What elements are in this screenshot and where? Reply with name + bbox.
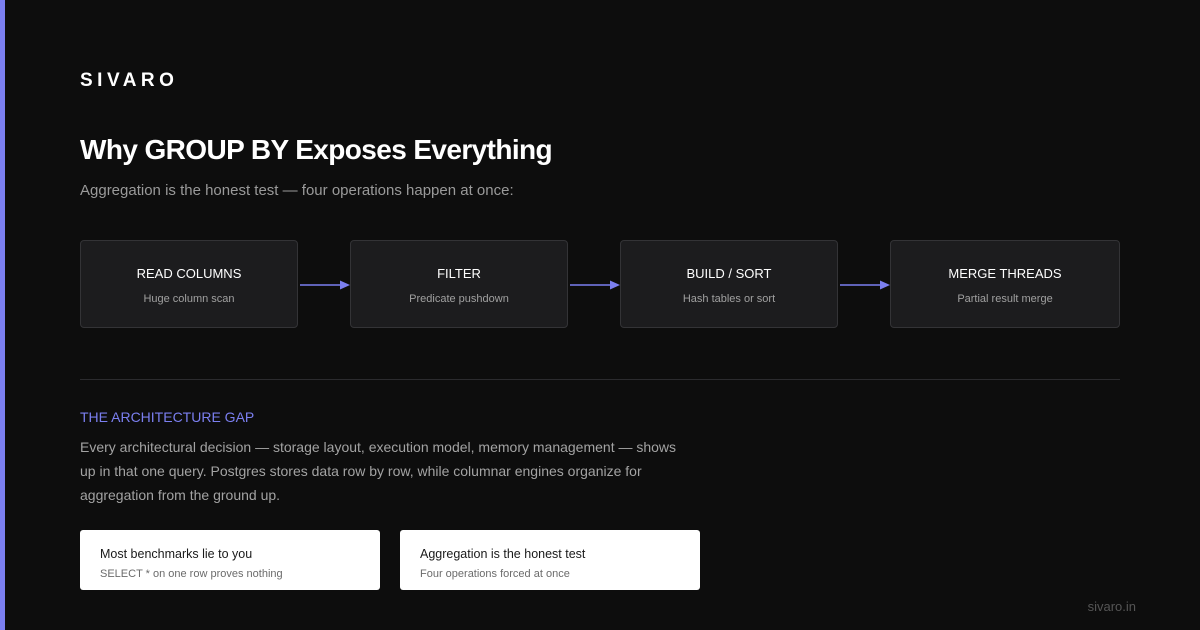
arrow-right-icon <box>840 280 890 290</box>
pipeline-step-read-columns: READ COLUMNS Huge column scan <box>80 240 298 328</box>
section-label: THE ARCHITECTURE GAP <box>80 409 255 425</box>
footer-domain: sivaro.in <box>1087 599 1136 614</box>
step-title: MERGE THREADS <box>948 266 1062 281</box>
step-description: Hash tables or sort <box>682 293 776 305</box>
section-body-text: Every architectural decision — storage l… <box>80 439 677 503</box>
card-title: Most benchmarks lie to you <box>100 547 253 561</box>
step-title: BUILD / SORT <box>686 266 772 281</box>
pipeline-step-filter: FILTER Predicate pushdown <box>350 240 568 328</box>
callout-card-benchmarks: Most benchmarks lie to you SELECT * on o… <box>80 530 380 590</box>
step-title: FILTER <box>437 266 481 281</box>
step-description: Predicate pushdown <box>409 293 509 305</box>
pipeline-step-merge-threads: MERGE THREADS Partial result merge <box>890 240 1120 328</box>
brand-logo: SIVARO <box>80 70 179 91</box>
left-accent-bar <box>0 0 5 630</box>
card-description: SELECT * on one row proves nothing <box>100 568 283 580</box>
arrow-right-icon <box>300 280 350 290</box>
step-description: Huge column scan <box>143 293 235 305</box>
arrow-right-icon <box>570 280 620 290</box>
step-description: Partial result merge <box>957 293 1053 305</box>
step-title: READ COLUMNS <box>136 266 242 281</box>
card-title: Aggregation is the honest test <box>420 547 586 561</box>
card-description: Four operations forced at once <box>420 568 570 580</box>
callout-card-aggregation: Aggregation is the honest test Four oper… <box>400 530 700 590</box>
section-divider <box>80 379 1120 380</box>
pipeline-step-build-sort: BUILD / SORT Hash tables or sort <box>620 240 838 328</box>
page-title: Why GROUP BY Exposes Everything <box>80 134 553 165</box>
page-subtitle: Aggregation is the honest test — four op… <box>80 182 514 199</box>
